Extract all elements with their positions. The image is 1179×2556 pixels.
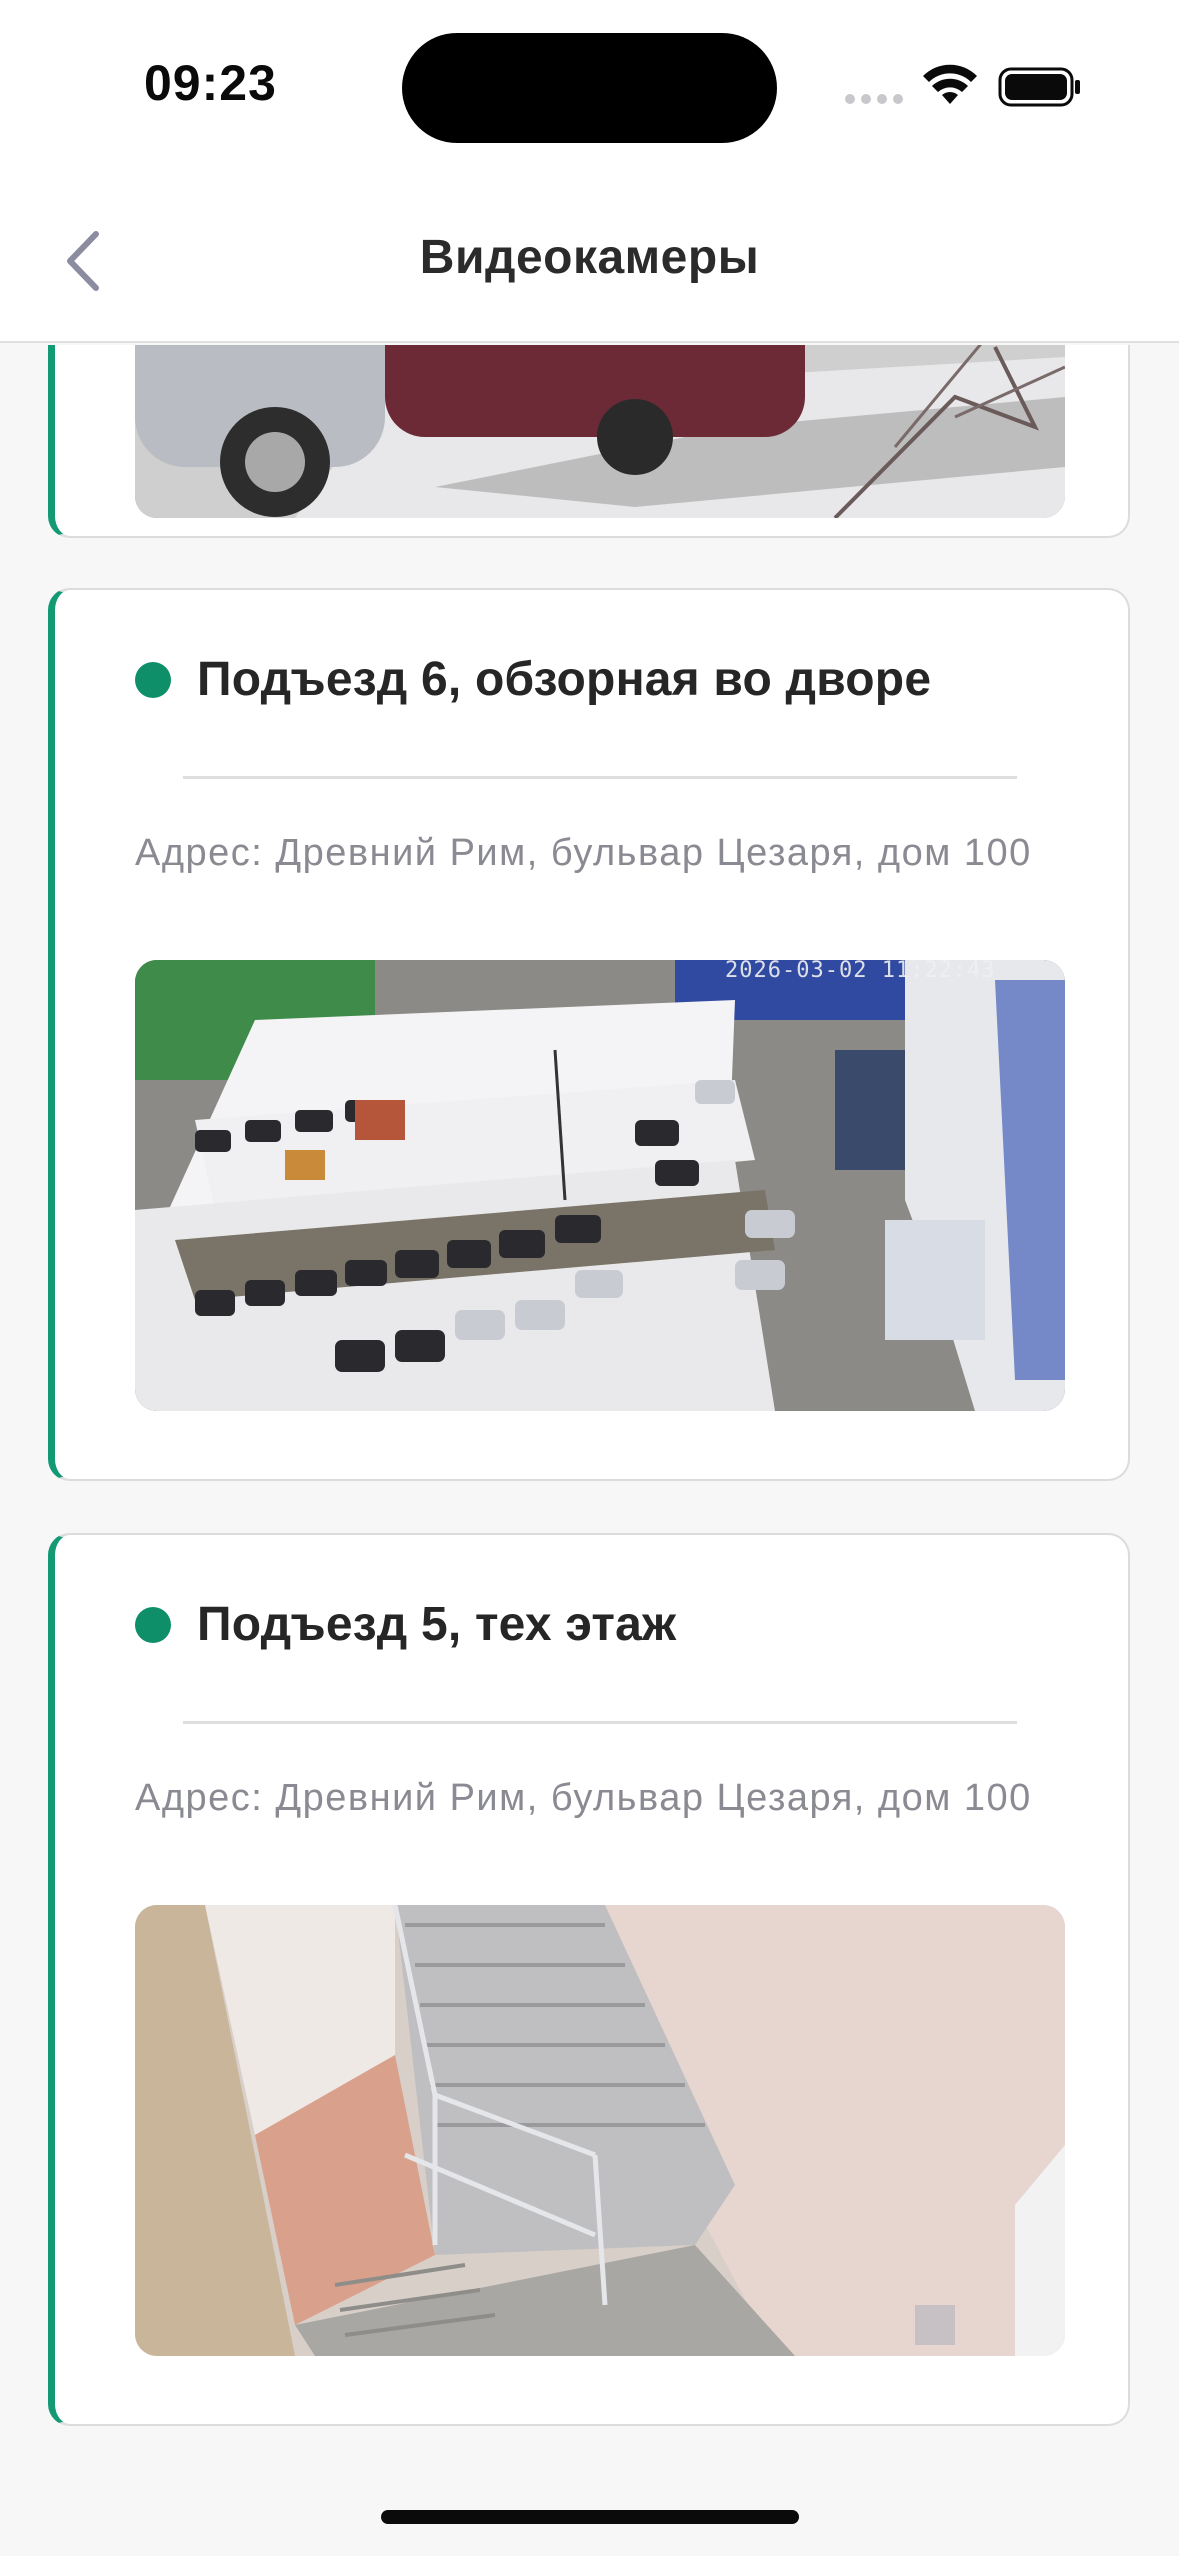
divider <box>183 776 1017 779</box>
camera-preview[interactable]: 2026-03-02 11:22:43 <box>135 960 1065 1411</box>
battery-icon <box>998 67 1080 107</box>
camera-card[interactable] <box>48 345 1130 538</box>
camera-address: Адрес: Древний Рим, бульвар Цезаря, дом … <box>135 1777 1032 1819</box>
online-status-indicator <box>135 661 171 698</box>
camera-title-row: Подъезд 5, тех этаж <box>135 1597 676 1652</box>
page-title: Видеокамеры <box>419 231 760 284</box>
camera-card[interactable]: Подъезд 6, обзорная во дворе Адрес: Древ… <box>48 588 1130 1481</box>
dynamic-island <box>402 33 777 143</box>
camera-name: Подъезд 6, обзорная во дворе <box>197 653 932 706</box>
camera-card[interactable]: Подъезд 5, тех этаж Адрес: Древний Рим, … <box>48 1533 1130 2426</box>
camera-preview[interactable] <box>135 345 1065 518</box>
camera-timestamp: 2026-03-02 11:22:43 <box>725 960 996 983</box>
status-time: 09:23 <box>144 55 277 111</box>
status-bar: 09:23 <box>0 0 1179 170</box>
camera-preview[interactable] <box>135 1905 1065 2356</box>
divider <box>183 1721 1017 1724</box>
navigation-bar: Видеокамеры <box>0 170 1179 343</box>
camera-list[interactable]: Подъезд 6, обзорная во дворе Адрес: Древ… <box>0 345 1179 2556</box>
camera-address: Адрес: Древний Рим, бульвар Цезаря, дом … <box>135 832 1032 874</box>
cellular-signal-icon <box>845 94 903 104</box>
camera-name: Подъезд 5, тех этаж <box>197 1598 677 1651</box>
camera-feed-image <box>135 1905 1065 2356</box>
camera-feed-image <box>135 345 1065 518</box>
camera-title-row: Подъезд 6, обзорная во дворе <box>135 652 931 707</box>
home-indicator <box>381 2510 799 2524</box>
wifi-icon <box>923 64 977 104</box>
camera-feed-image <box>135 960 1065 1411</box>
online-status-indicator <box>135 1606 171 1643</box>
